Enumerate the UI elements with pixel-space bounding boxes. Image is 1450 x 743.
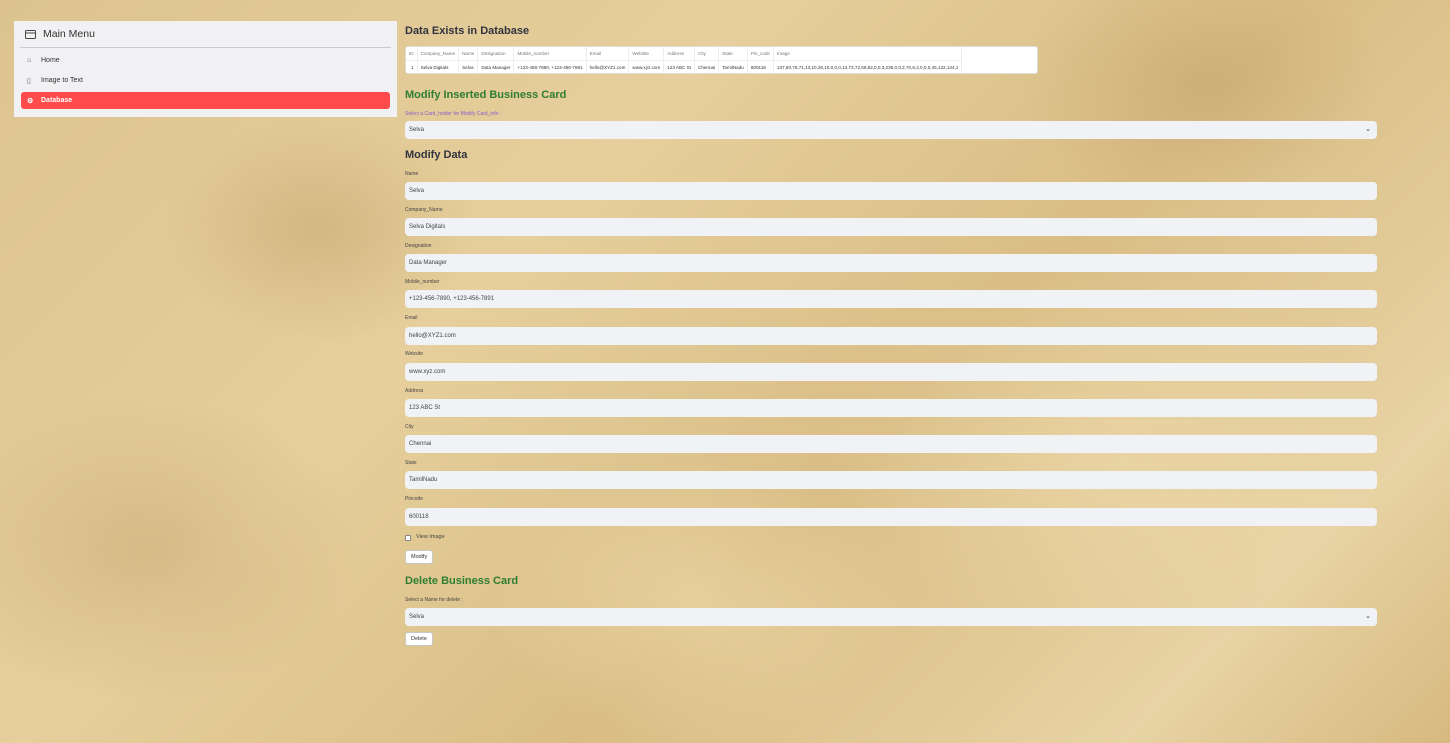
designation-label: Designation (405, 243, 432, 249)
column-header: Name (458, 47, 479, 61)
website-input[interactable]: www.xyz.com (405, 363, 1377, 381)
column-header: Company_Name (417, 47, 460, 61)
city-label: City (405, 424, 414, 430)
column-header: Email (586, 47, 630, 61)
house-icon: ⌂ (27, 57, 32, 64)
table-cell: Selva (458, 60, 479, 73)
company-name-input[interactable]: Selva Digitals (405, 218, 1377, 236)
menu-title: Main Menu (43, 28, 95, 40)
designation-input[interactable]: Data Manager (405, 254, 1377, 272)
pincode-label: Pincode (405, 496, 424, 502)
email-label: Email (405, 315, 418, 321)
delete-button[interactable]: Delete (405, 632, 433, 646)
column-header: City (694, 47, 720, 61)
mobile-number-label: Mobile_number (405, 279, 440, 285)
column-header: State (718, 47, 748, 61)
sidebar-menu: Main Menu ⌂ Home ▯ Image to Text ⚙ Datab… (14, 21, 397, 117)
menu-item-label: Image to Text (41, 77, 83, 84)
column-header: Address (663, 47, 695, 61)
menu-item-label: Home (41, 57, 60, 64)
select-value: Selva (409, 127, 425, 133)
menu-item-image-to-text[interactable]: ▯ Image to Text (21, 72, 390, 89)
menu-item-home[interactable]: ⌂ Home (21, 52, 390, 69)
menu-item-label: Database (41, 97, 73, 104)
table-row: 1 Selva Digitals Selva Data Manager +123… (406, 60, 963, 73)
cardholder-select[interactable]: Selva ⌄ (405, 121, 1377, 139)
email-input[interactable]: hello@XYZ1.com (405, 327, 1377, 345)
select-cardholder-label: Select a Card_holder for Modify Card_inf… (405, 111, 502, 117)
delete-card-heading: Delete Business Card (405, 575, 519, 587)
modify-data-heading: Modify Data (405, 149, 468, 161)
chevron-down-icon: ⌄ (1365, 126, 1371, 133)
menu-divider (20, 47, 391, 48)
view-image-label: View Image (416, 534, 445, 540)
menu-item-database[interactable]: ⚙ Database (21, 92, 390, 109)
column-header: Pin_code (747, 47, 774, 61)
file-icon: ▯ (27, 77, 31, 85)
table-cell: 600118 (747, 60, 774, 73)
data-exists-heading: Data Exists in Database (405, 25, 530, 37)
state-input[interactable]: TamilNadu (405, 471, 1377, 489)
address-label: Address (405, 388, 424, 394)
state-label: State (405, 460, 417, 466)
table-cell: 137,80,78,71,13,10,26,10,0,0,0,13,73,72,… (773, 60, 963, 73)
table-cell: TamilNadu (718, 60, 748, 73)
name-input[interactable]: Selva (405, 182, 1377, 200)
website-label: Website (405, 351, 423, 357)
delete-name-select[interactable]: Selva ⌄ (405, 608, 1377, 626)
table-cell: www.xyz.com (628, 60, 665, 73)
name-label: Name (405, 171, 419, 177)
view-image-checkbox[interactable] (405, 535, 411, 541)
pincode-input[interactable]: 600118 (405, 508, 1377, 526)
table-cell: +123-456-7890, +123-456-7891 (513, 60, 587, 73)
table-cell: hello@XYZ1.com (586, 60, 630, 73)
table-cell: Selva Digitals (417, 60, 460, 73)
mobile-number-input[interactable]: +123-456-7890, +123-456-7891 (405, 290, 1377, 308)
menu-card-icon (25, 29, 36, 39)
column-header: Designation (477, 47, 515, 61)
table-cell: Data Manager (477, 60, 515, 73)
data-table[interactable]: ID Company_Name Name Designation Mobile_… (405, 46, 1038, 74)
city-input[interactable]: Chennai (405, 435, 1377, 453)
select-value: Selva (409, 614, 425, 620)
company-name-label: Company_Name (405, 207, 443, 213)
table-cell: 1 (406, 60, 418, 73)
chevron-down-icon: ⌄ (1365, 613, 1371, 620)
table-cell: Chennai (694, 60, 720, 73)
table-cell: 123 ABC St (663, 60, 695, 73)
address-input[interactable]: 123 ABC St (405, 399, 1377, 417)
column-header: Website (628, 47, 665, 61)
column-header: Mobile_number (513, 47, 587, 61)
menu-header: Main Menu (14, 21, 397, 47)
gear-icon: ⚙ (27, 97, 34, 105)
delete-select-label: Select a Name for delete : (405, 597, 463, 603)
modify-card-heading: Modify Inserted Business Card (405, 89, 567, 101)
column-header: Image (773, 47, 963, 61)
table-header-row: ID Company_Name Name Designation Mobile_… (406, 47, 963, 61)
column-header: ID (406, 47, 418, 61)
modify-button[interactable]: Modify (405, 550, 434, 564)
